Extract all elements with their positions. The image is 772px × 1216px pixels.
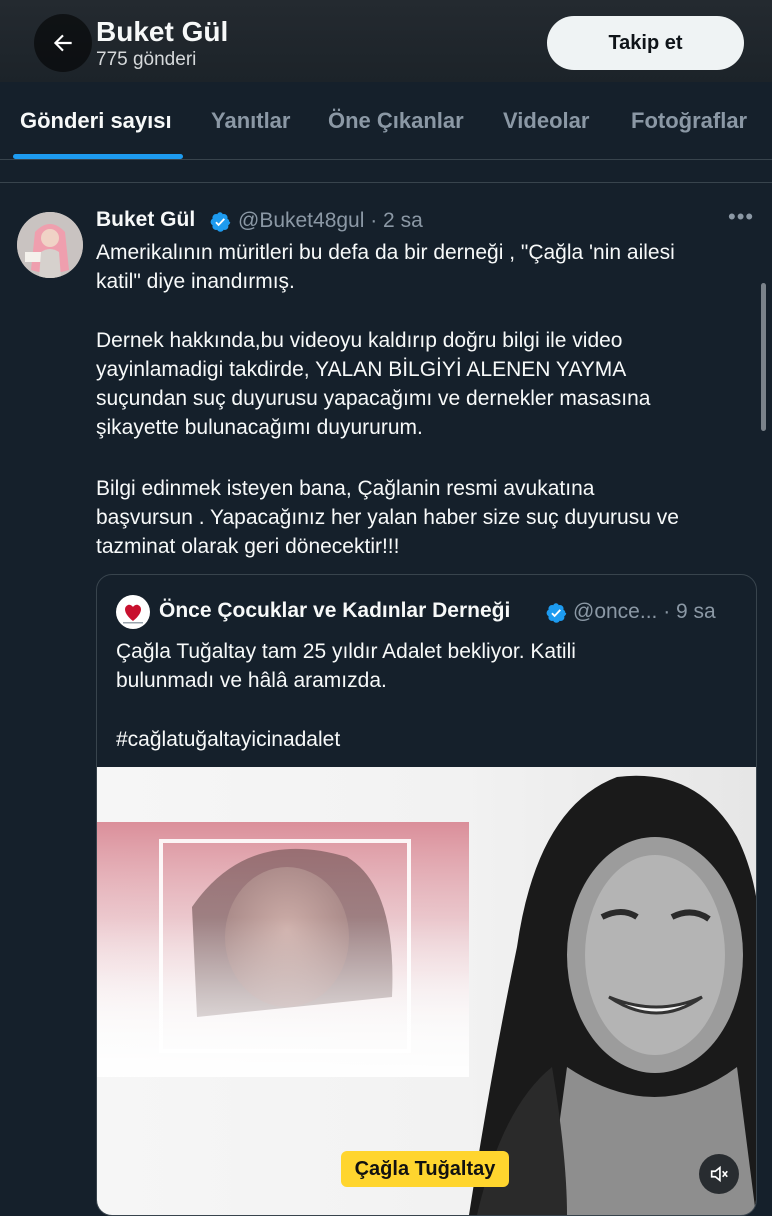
organization-logo-icon [123,604,143,624]
profile-header: Buket Gül 775 gönderi Takip et [0,0,772,82]
tweet-text-line: tazminat olarak geri dönecektir!!! [96,535,400,558]
quoted-tweet-card[interactable]: Önce Çocuklar ve Kadınlar Derneği @once.… [96,574,757,1216]
post-count: 775 gönderi [96,49,197,70]
more-icon[interactable]: ••• [728,204,754,230]
tweet-text-line: Bilgi edinmek isteyen bana, Çağlanin res… [96,477,595,500]
tab-videos[interactable]: Videolar [503,108,589,134]
avatar[interactable] [17,212,83,278]
tab-replies[interactable]: Yanıtlar [211,108,290,134]
tweet-text-line: Amerikalının müritleri bu defa da bir de… [96,241,675,264]
tabs-divider [0,159,772,160]
tab-posts[interactable]: Gönderi sayısı [20,108,172,134]
mute-icon [710,1165,728,1183]
tab-photos[interactable]: Fotoğraflar [631,108,747,134]
follow-button[interactable]: Takip et [547,16,744,70]
quoted-handle-time[interactable]: @once... · 9 sa [573,600,716,624]
tweet-text-line: Dernek hakkında,bu videoyu kaldırıp doğr… [96,329,623,352]
tab-highlights[interactable]: Öne Çıkanlar [328,108,464,134]
quoted-avatar[interactable] [116,595,150,629]
profile-name: Buket Gül [96,16,229,47]
quoted-text-line: Çağla Tuğaltay tam 25 yıldır Adalet bekl… [116,640,576,663]
tweet-text-line: şikayette bulunacağımı duyururum. [96,416,423,439]
profile-tabs: Gönderi sayısı Yanıtlar Öne Çıkanlar Vid… [0,82,772,160]
tweet-text-line: başvursun . Yapacağınız her yalan haber … [96,506,679,529]
quoted-hashtag[interactable]: #cağlatuğaltayicinadalet [116,725,340,754]
verified-badge-icon [546,603,567,623]
back-button[interactable] [34,14,92,72]
tweet-text-line: katil" diye inandırmış. [96,270,295,293]
video-caption: Çağla Tuğaltay [341,1151,509,1187]
mute-button[interactable] [699,1154,739,1194]
video-thumbnail [97,767,756,1215]
avatar-image [17,212,83,278]
quoted-video[interactable]: Çağla Tuğaltay [97,767,756,1215]
quoted-text-line: bulunmadı ve hâlâ aramızda. [116,669,387,692]
verified-badge-icon [210,212,231,232]
quoted-author-name[interactable]: Önce Çocuklar ve Kadınlar Derneği [159,599,510,623]
timeline-divider [0,182,772,183]
tweet-handle-time[interactable]: @Buket48gul · 2 sa [238,209,423,233]
tweet-text-line: suçundan suç duyurusu yapacağımı ve dern… [96,387,651,410]
tweet-text-line: yayinlamadigi takdirde, YALAN BİLGİYİ AL… [96,358,627,381]
tweet-author-name[interactable]: Buket Gül [96,208,195,232]
scrollbar[interactable] [761,283,766,431]
back-arrow-icon [53,34,72,52]
